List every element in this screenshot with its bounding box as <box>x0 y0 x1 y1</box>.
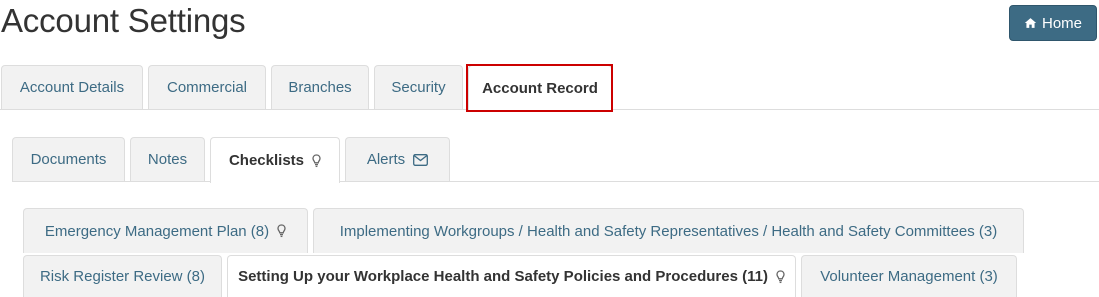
lightbulb-icon <box>312 153 321 168</box>
tab-label: Alerts <box>366 151 406 168</box>
home-icon <box>1024 17 1037 29</box>
tab-label: Security <box>391 79 446 96</box>
tab-checklists[interactable]: Checklists <box>210 137 340 183</box>
tab-branches[interactable]: Branches <box>271 65 369 109</box>
tab-account-details[interactable]: Account Details <box>1 65 143 109</box>
tab-security[interactable]: Security <box>374 65 463 109</box>
home-button-label: Home <box>1041 14 1082 32</box>
tab-alerts[interactable]: Alerts <box>345 137 450 181</box>
tab-label: Risk Register Review (8) <box>39 268 206 285</box>
tab-account-record[interactable]: Account Record <box>468 65 612 111</box>
tab-commercial[interactable]: Commercial <box>148 65 266 109</box>
tab-label: Implementing Workgroups / Health and Saf… <box>339 222 998 240</box>
tab-volunteer-management[interactable]: Volunteer Management (3) <box>801 255 1017 297</box>
tab-label: Notes <box>147 151 188 168</box>
tab-risk-register-review[interactable]: Risk Register Review (8) <box>23 255 222 297</box>
tab-label: Emergency Management Plan (8) <box>44 222 270 240</box>
tab-documents[interactable]: Documents <box>12 137 125 181</box>
tab-label: Account Details <box>19 79 125 96</box>
page-title: Account Settings <box>1 2 246 39</box>
tab-label: Commercial <box>166 79 247 96</box>
tab-notes[interactable]: Notes <box>130 137 205 181</box>
tab-label: Checklists <box>228 152 305 169</box>
lightbulb-icon <box>776 269 785 284</box>
tab-setting-up-policies[interactable]: Setting Up your Workplace Health and Saf… <box>227 255 796 297</box>
record-tabs-divider <box>12 181 1099 182</box>
tab-label: Documents <box>30 151 107 168</box>
tab-label: Account Record <box>482 80 598 97</box>
home-button[interactable]: Home <box>1009 5 1097 41</box>
lightbulb-icon <box>277 224 286 238</box>
tab-emergency-management-plan[interactable]: Emergency Management Plan (8) <box>23 208 308 253</box>
tab-label: Branches <box>288 79 352 96</box>
tab-implementing-workgroups[interactable]: Implementing Workgroups / Health and Saf… <box>313 208 1024 253</box>
envelope-icon <box>413 153 429 166</box>
tab-label: Setting Up your Workplace Health and Saf… <box>238 268 768 285</box>
tab-label: Volunteer Management (3) <box>820 268 998 285</box>
